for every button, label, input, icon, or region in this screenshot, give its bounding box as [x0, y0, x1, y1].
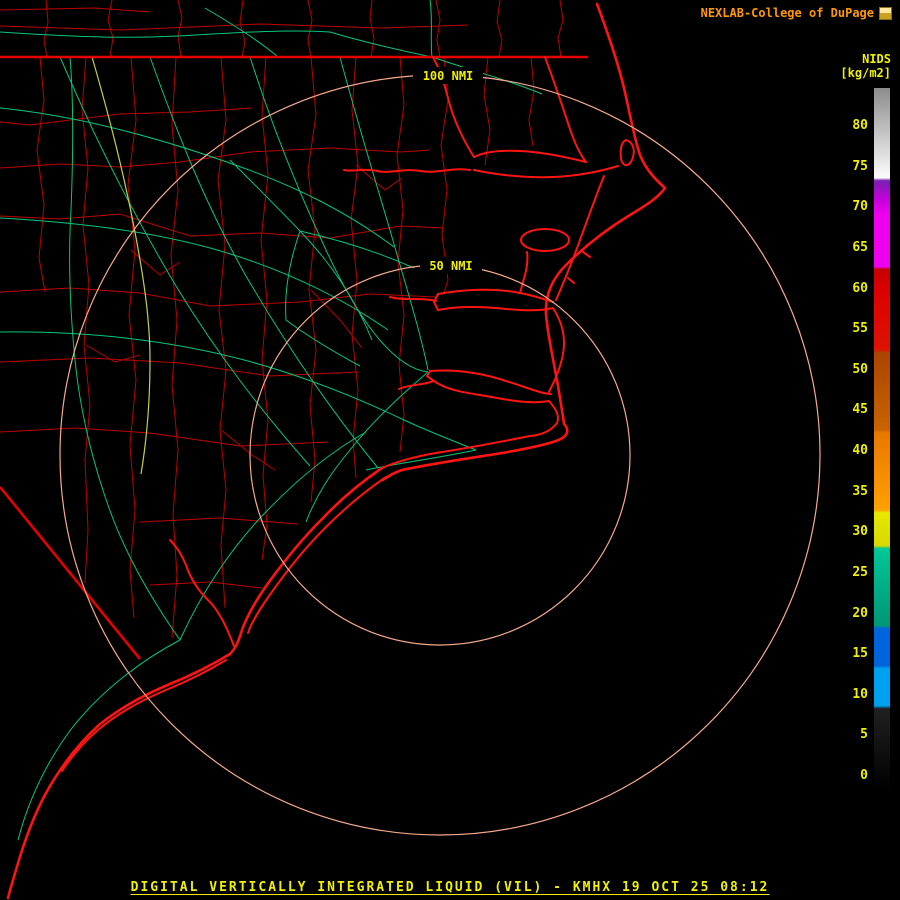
colorbar-tick-label: 25: [852, 564, 868, 580]
colorbar-ticks: 80 75 70 65 60 55 50 45 40 35 30 25 20 15 10 5 0: [852, 119, 868, 782]
colorbar-tick-label: 80: [852, 118, 868, 133]
radar-display: 100 NMI 50 NMI NEXLAB-College of DuPage …: [0, 0, 900, 900]
colorbar-tick-label: 55: [852, 321, 868, 337]
range-ring-label-100nmi: 100 NMI: [423, 69, 474, 83]
range-ring-100nmi: [59, 74, 821, 836]
colorbar-tick-label: 5: [860, 727, 868, 743]
colorbar-tick-label: 20: [852, 605, 868, 621]
county-lines-layer: [0, 0, 564, 639]
colorbar-tick-label: 70: [852, 199, 868, 215]
brand-text: NEXLAB-College of DuPage: [700, 6, 874, 20]
colorbar-title: NIDS: [862, 52, 891, 66]
colorbar-tick-label: 65: [852, 239, 868, 255]
range-rings-layer: 100 NMI 50 NMI: [59, 67, 821, 836]
colorbar-tick-label: 45: [852, 402, 868, 418]
colorbar-tick-label: 50: [852, 361, 868, 377]
colorbar-units: [kg/m2]: [840, 66, 891, 80]
colorbar-tick-label: 0: [860, 768, 868, 783]
colorbar-tick-label: 30: [852, 524, 868, 540]
colorbar-tick-label: 75: [852, 158, 868, 174]
secondary-roads-layer: [91, 56, 151, 475]
colorbar-tick-label: 60: [852, 280, 868, 296]
roanoke-island: [619, 139, 635, 166]
cod-logo-icon: [879, 6, 892, 20]
colorbar-header: NIDS [kg/m2]: [840, 52, 891, 80]
colorbar-bar: [874, 88, 890, 790]
brand: NEXLAB-College of DuPage: [701, 6, 892, 20]
roads-layer: [0, 0, 543, 841]
lake-mattamuskeet: [520, 228, 570, 252]
colorbar-tick-label: 15: [852, 646, 868, 662]
range-ring-50nmi: [249, 264, 631, 646]
colorbar-tick-label: 35: [852, 483, 868, 499]
map-canvas: 100 NMI 50 NMI: [0, 0, 821, 900]
range-ring-label-50nmi: 50 NMI: [429, 259, 472, 273]
nc-sc-border: [0, 486, 142, 660]
colorbar-tick-label: 10: [852, 686, 868, 702]
colorbar-tick-label: 40: [852, 443, 868, 458]
product-title: DIGITAL VERTICALLY INTEGRATED LIQUID (VI…: [130, 880, 770, 895]
